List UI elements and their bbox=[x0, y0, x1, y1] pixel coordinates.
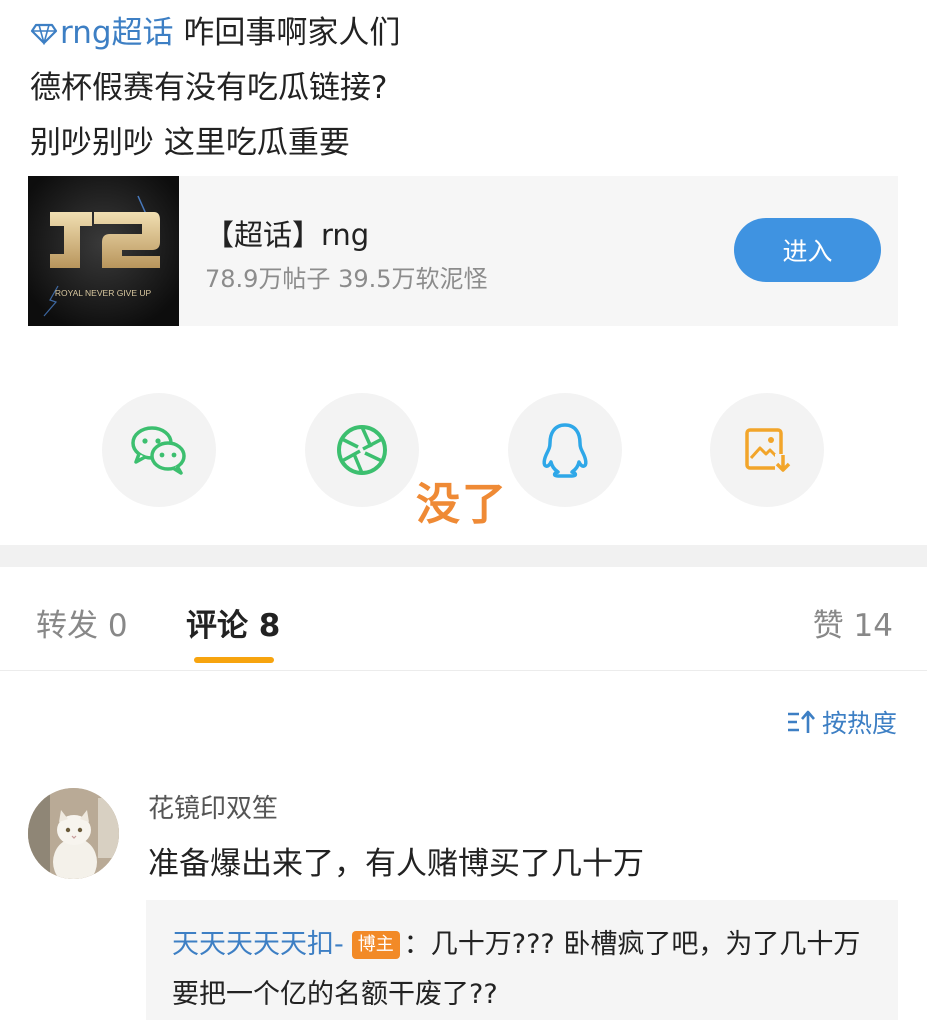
share-wechat-button[interactable] bbox=[102, 393, 216, 507]
post-line-1-text: 咋回事啊家人们 bbox=[173, 15, 401, 51]
share-qq-button[interactable] bbox=[508, 393, 622, 507]
topic-logo: ROYAL NEVER GIVE UP bbox=[28, 176, 179, 326]
sort-toggle[interactable]: 按热度 bbox=[786, 704, 897, 740]
post-line-2: 德杯假赛有没有吃瓜链接? bbox=[30, 70, 388, 106]
share-moments-button[interactable] bbox=[305, 393, 419, 507]
tab-comments[interactable]: 评论 8 bbox=[186, 600, 280, 645]
post-line-1: rng超话 咋回事啊家人们 bbox=[30, 6, 910, 61]
avatar[interactable] bbox=[28, 788, 119, 879]
overlay-caption: 没了 bbox=[416, 479, 508, 530]
enter-button[interactable]: 进入 bbox=[734, 218, 881, 282]
post-line-3: 别吵别吵 这里吃瓜重要 bbox=[30, 125, 350, 161]
topic-link-label: rng超话 bbox=[60, 15, 174, 51]
section-divider bbox=[0, 545, 927, 567]
sort-icon bbox=[787, 710, 815, 733]
op-badge: 博主 bbox=[351, 931, 400, 959]
comment-body: 准备爆出来了，有人赌博买了几十万 bbox=[148, 846, 644, 882]
active-tab-indicator bbox=[194, 657, 274, 663]
topic-card[interactable]: ROYAL NEVER GIVE UP 【超话】rng 78.9万帖子 39.5… bbox=[28, 176, 898, 326]
reply-preview[interactable]: 天天天天天扣- 博主 ：几十万??? 卧槽疯了吧，为了几十万要把一个亿的名额干废了?… bbox=[146, 900, 898, 1020]
topic-card-title: 【超话】rng bbox=[205, 218, 370, 252]
tab-divider bbox=[0, 670, 927, 671]
comment-author[interactable]: 花镜印双笙 bbox=[148, 788, 278, 825]
qq-icon bbox=[542, 423, 588, 478]
save-image-icon bbox=[745, 428, 791, 474]
tab-likes[interactable]: 赞 14 bbox=[813, 600, 893, 645]
tab-repost[interactable]: 转发 0 bbox=[36, 600, 128, 645]
diamond-icon bbox=[30, 23, 58, 46]
reply-text: 天天天天天扣- 博主 ：几十万??? 卧槽疯了吧，为了几十万要把一个亿的名额干废了?… bbox=[172, 920, 872, 1020]
sort-label: 按热度 bbox=[821, 709, 897, 738]
share-save-image-button[interactable] bbox=[710, 393, 824, 507]
post-text: rng超话 咋回事啊家人们 德杯假赛有没有吃瓜链接? 别吵别吵 这里吃瓜重要 bbox=[30, 6, 910, 171]
reply-author[interactable]: 天天天天天扣- bbox=[172, 929, 344, 960]
wechat-icon bbox=[131, 426, 186, 475]
topic-link[interactable]: rng超话 bbox=[30, 15, 174, 51]
topic-logo-text: ROYAL NEVER GIVE UP bbox=[55, 288, 152, 298]
topic-card-stats: 78.9万帖子 39.5万软泥怪 bbox=[205, 265, 488, 293]
moments-icon bbox=[337, 425, 387, 475]
